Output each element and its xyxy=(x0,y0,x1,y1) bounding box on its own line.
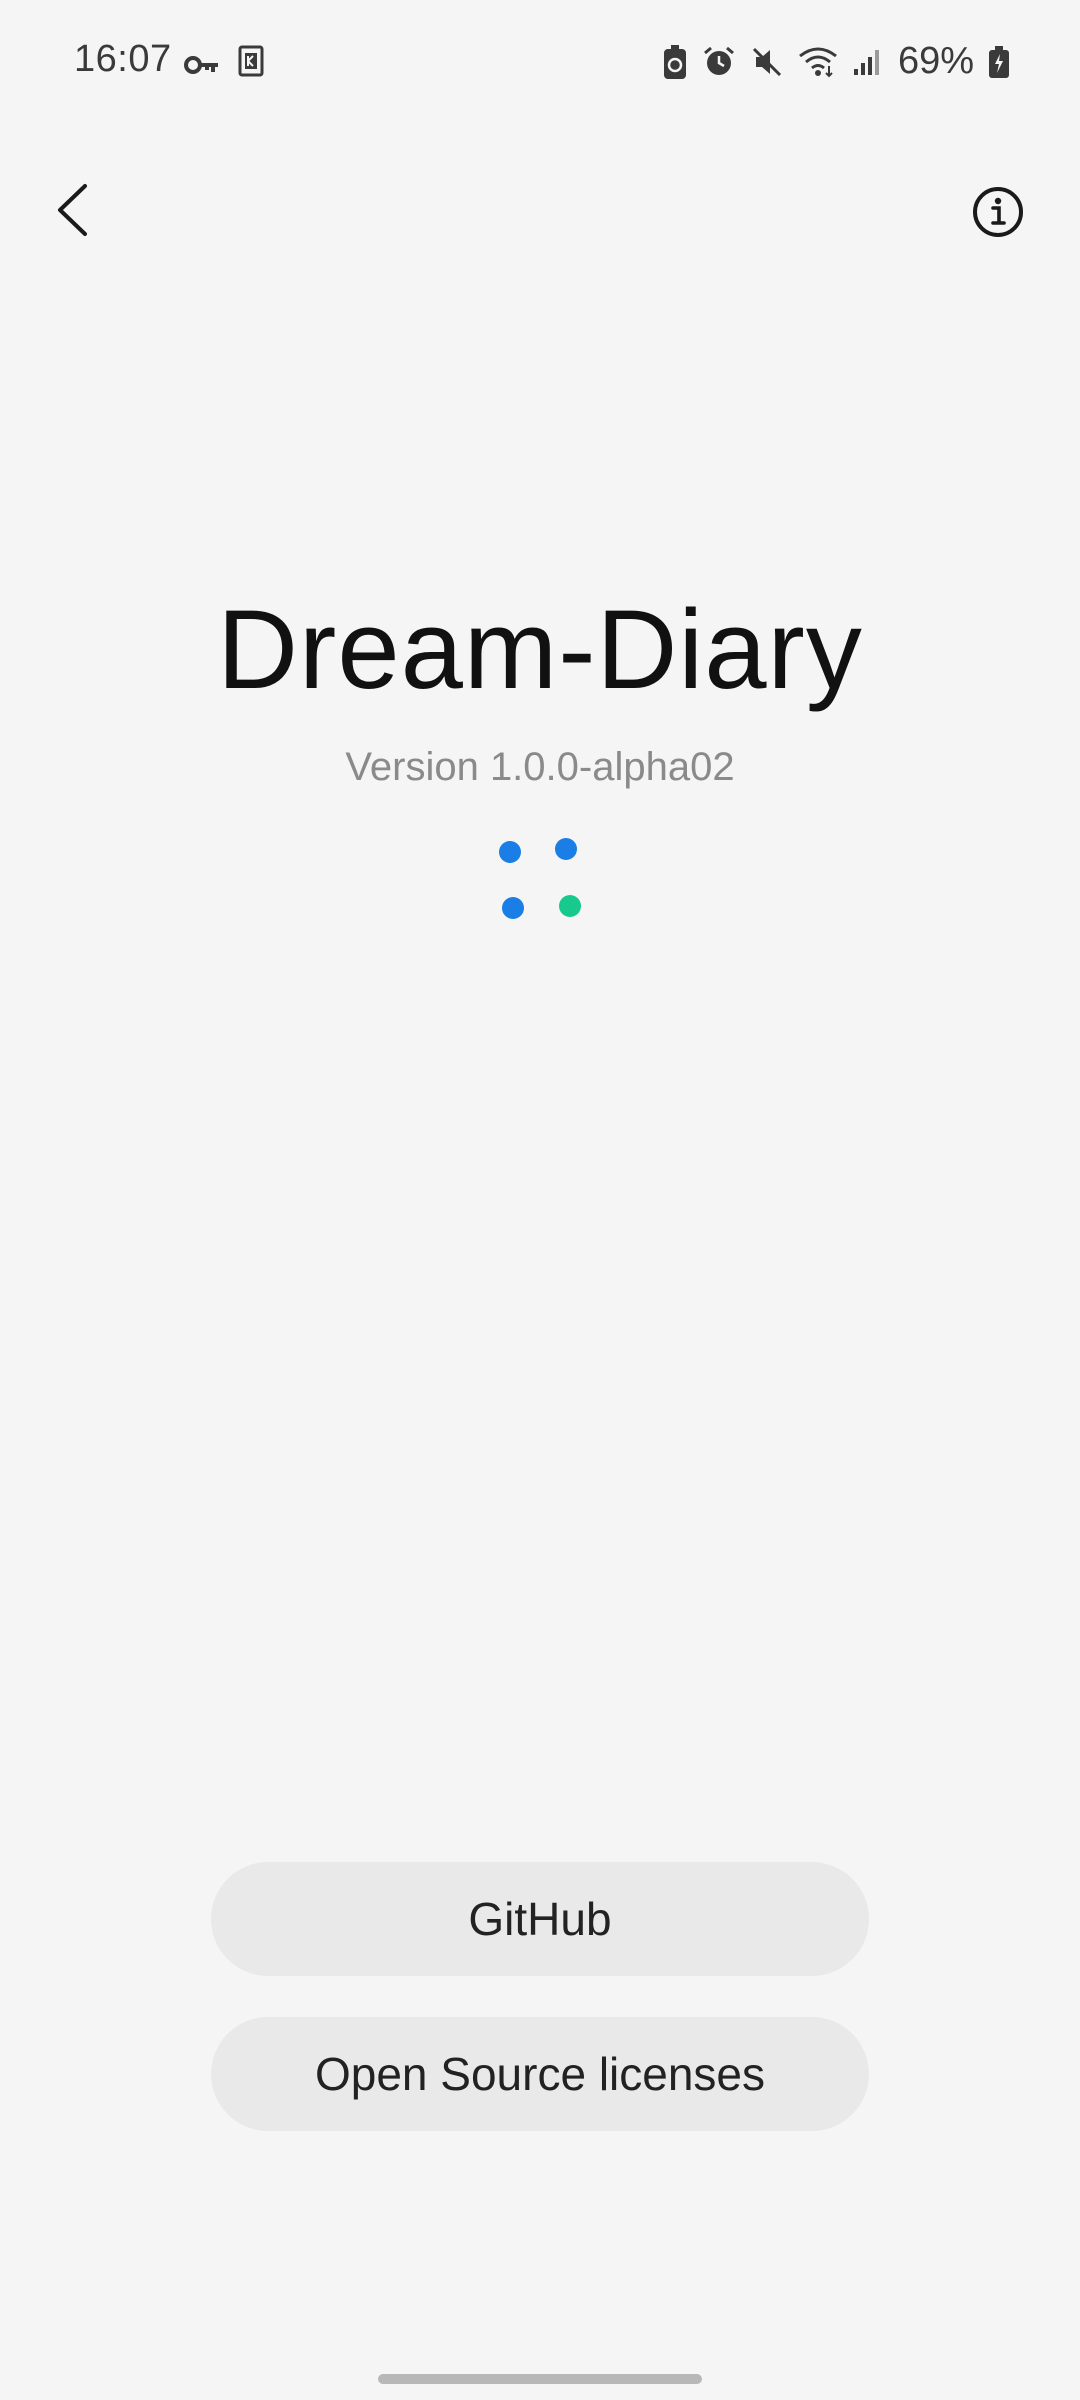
loading-indicator xyxy=(0,0,1080,919)
status-bar: 16:07 69% xyxy=(0,0,1080,120)
open-source-licenses-button[interactable]: Open Source licenses xyxy=(211,2017,869,2131)
github-button[interactable]: GitHub xyxy=(211,1862,869,1976)
loading-dot xyxy=(555,838,577,860)
app-bar xyxy=(0,160,1080,270)
info-icon xyxy=(972,186,1024,243)
battery-icon xyxy=(988,45,1010,79)
status-right-icons: 69% xyxy=(662,40,1010,83)
info-button[interactable] xyxy=(968,184,1028,244)
battery-saver-icon xyxy=(662,44,688,80)
app-name: Dream-Diary xyxy=(217,587,863,712)
alarm-icon xyxy=(702,45,736,79)
mute-icon xyxy=(750,45,784,79)
status-time: 16:07 xyxy=(74,38,172,80)
home-indicator[interactable] xyxy=(378,2374,702,2384)
loading-dot xyxy=(559,895,581,917)
battery-percentage: 69% xyxy=(897,40,974,82)
vpn-key-icon xyxy=(184,44,220,87)
status-left-icons xyxy=(184,44,264,87)
chevron-left-icon xyxy=(55,183,89,242)
signal-icon xyxy=(852,47,882,77)
app-version: Version 1.0.0-alpha02 xyxy=(345,745,735,789)
loading-dot xyxy=(499,841,521,863)
back-button[interactable] xyxy=(40,172,104,252)
k-app-icon xyxy=(238,44,264,87)
wifi-icon xyxy=(798,46,838,78)
loading-dot xyxy=(502,897,524,919)
about-screen: 16:07 69% Dream-Diary Version 1.0.0-alph… xyxy=(0,0,1080,2400)
